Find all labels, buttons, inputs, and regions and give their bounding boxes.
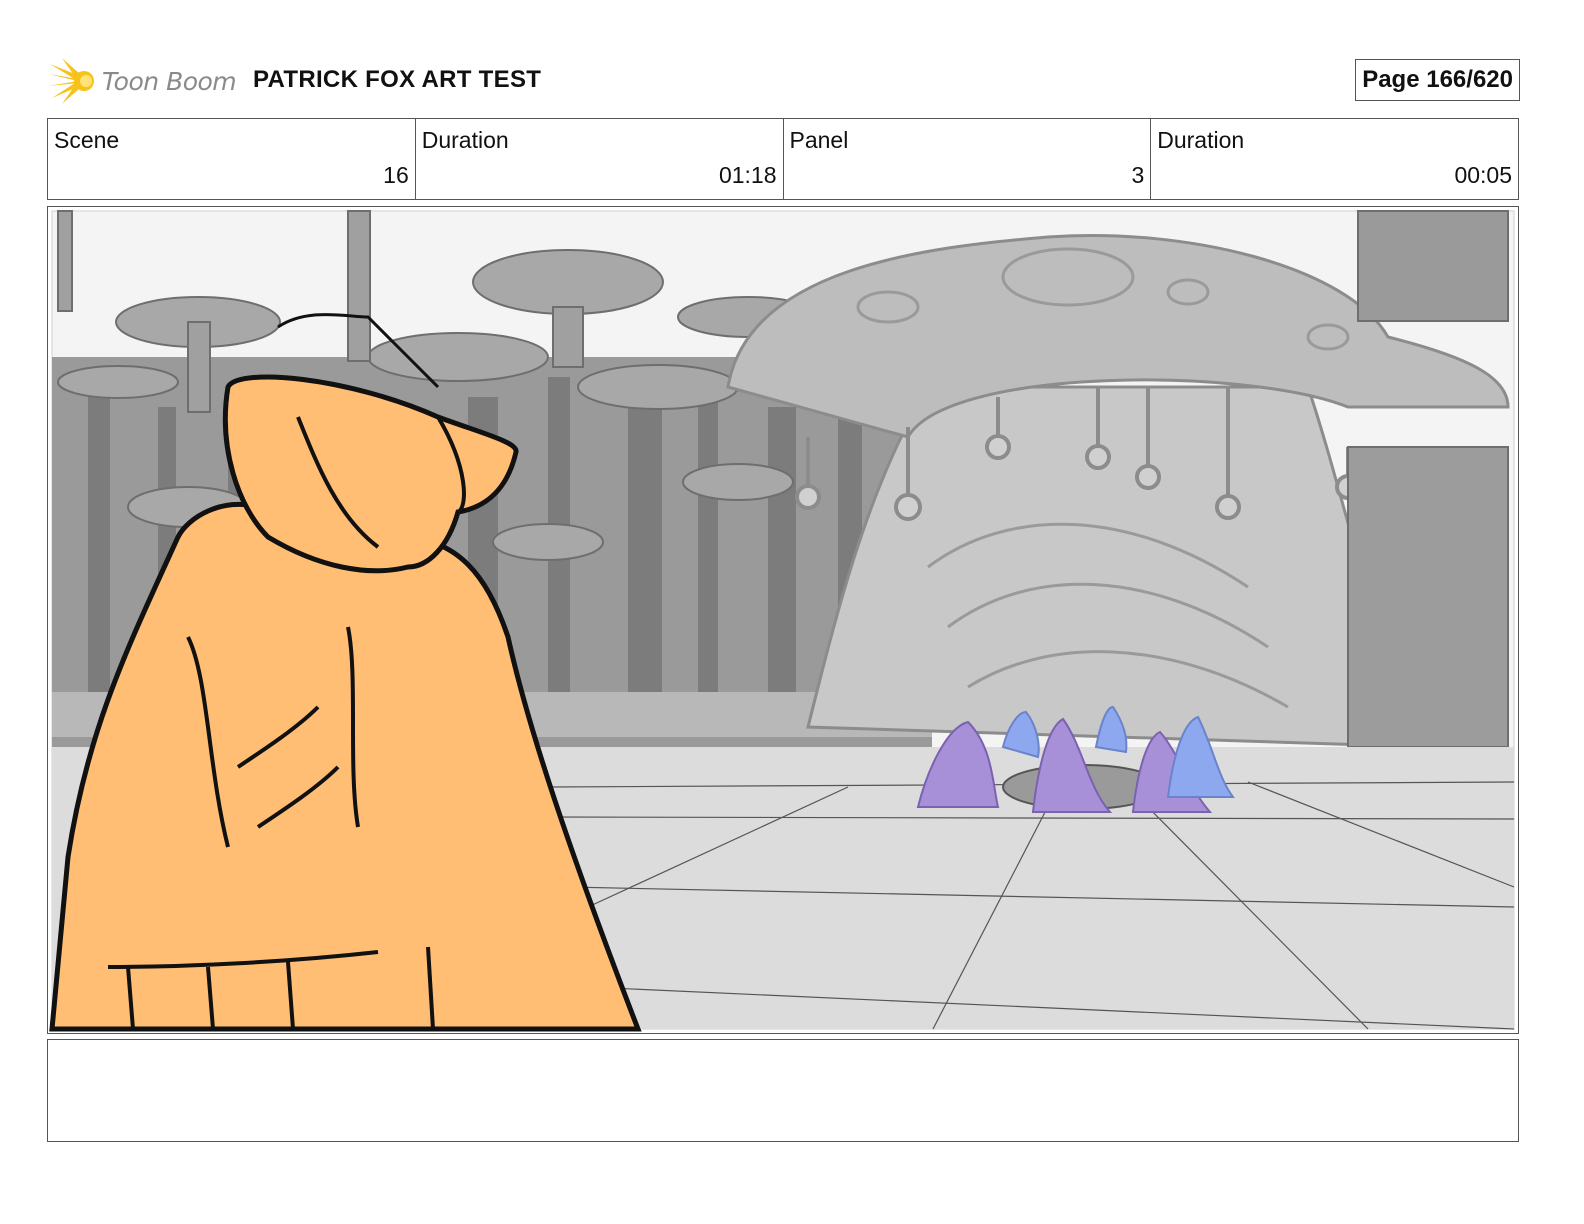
scene-duration-value: 01:18 [718,162,777,188]
page-number: Page 166/620 [1355,59,1520,101]
starburst-icon [48,58,94,104]
panel-cell: Panel 3 [784,119,1152,199]
panel-illustration [48,207,1518,1033]
page-header: Toon Boom PATRICK FOX ART TEST Page 166/… [48,56,1520,106]
scene-duration-label: Duration [421,127,509,153]
document-title: PATRICK FOX ART TEST [253,66,542,93]
scene-duration-cell: Duration 01:18 [416,119,784,199]
scene-label: Scene [54,127,120,153]
panel-duration-label: Duration [1157,127,1245,153]
panel-value: 3 [1131,162,1145,188]
panel-notes [47,1039,1519,1142]
logo-text: Toon Boom [102,66,237,96]
scene-value: 16 [383,162,409,188]
panel-duration-value: 00:05 [1454,162,1512,188]
toon-boom-logo: Toon Boom [48,56,238,106]
panel-duration-cell: Duration 00:05 [1151,119,1518,199]
scene-cell: Scene 16 [48,119,416,199]
scene-info-table: Scene 16 Duration 01:18 Panel 3 Duration… [47,118,1519,200]
panel-label: Panel [789,127,849,153]
storyboard-panel [47,206,1519,1034]
